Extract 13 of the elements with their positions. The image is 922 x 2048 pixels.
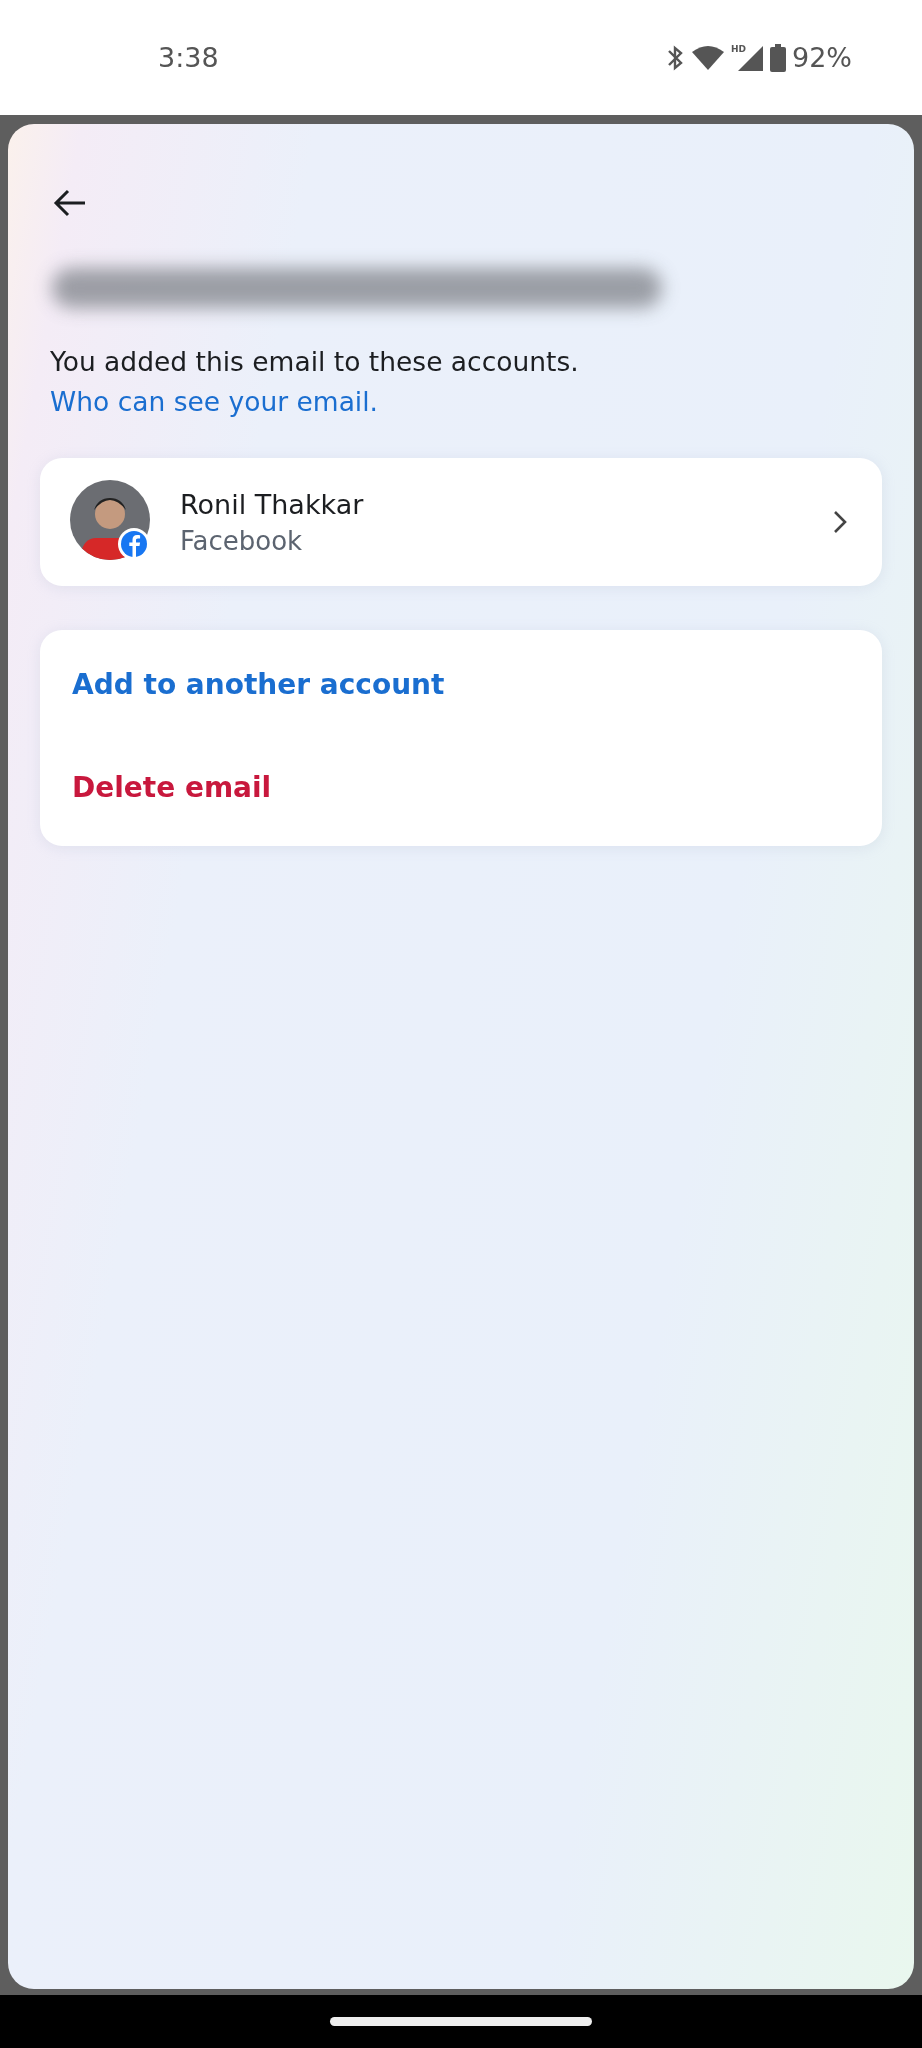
battery-level: 92% (792, 42, 852, 73)
action-link[interactable]: Add to another account (72, 668, 445, 701)
privacy-link[interactable]: Who can see your email. (50, 386, 378, 417)
action-link[interactable]: Delete email (72, 771, 272, 804)
account-platform: Facebook (180, 525, 304, 556)
chevron-right-icon (832, 509, 848, 535)
account-name: Ronil Thakkar (180, 488, 365, 520)
account-card[interactable]: Ronil Thakkar Facebook (40, 458, 882, 586)
clock: 3:38 (158, 42, 219, 73)
wifi-icon (690, 44, 725, 71)
network-type-label: HD (730, 43, 746, 54)
battery-icon (770, 43, 786, 72)
description-text: You added this email to these accounts. Who can see your email. (50, 345, 580, 419)
